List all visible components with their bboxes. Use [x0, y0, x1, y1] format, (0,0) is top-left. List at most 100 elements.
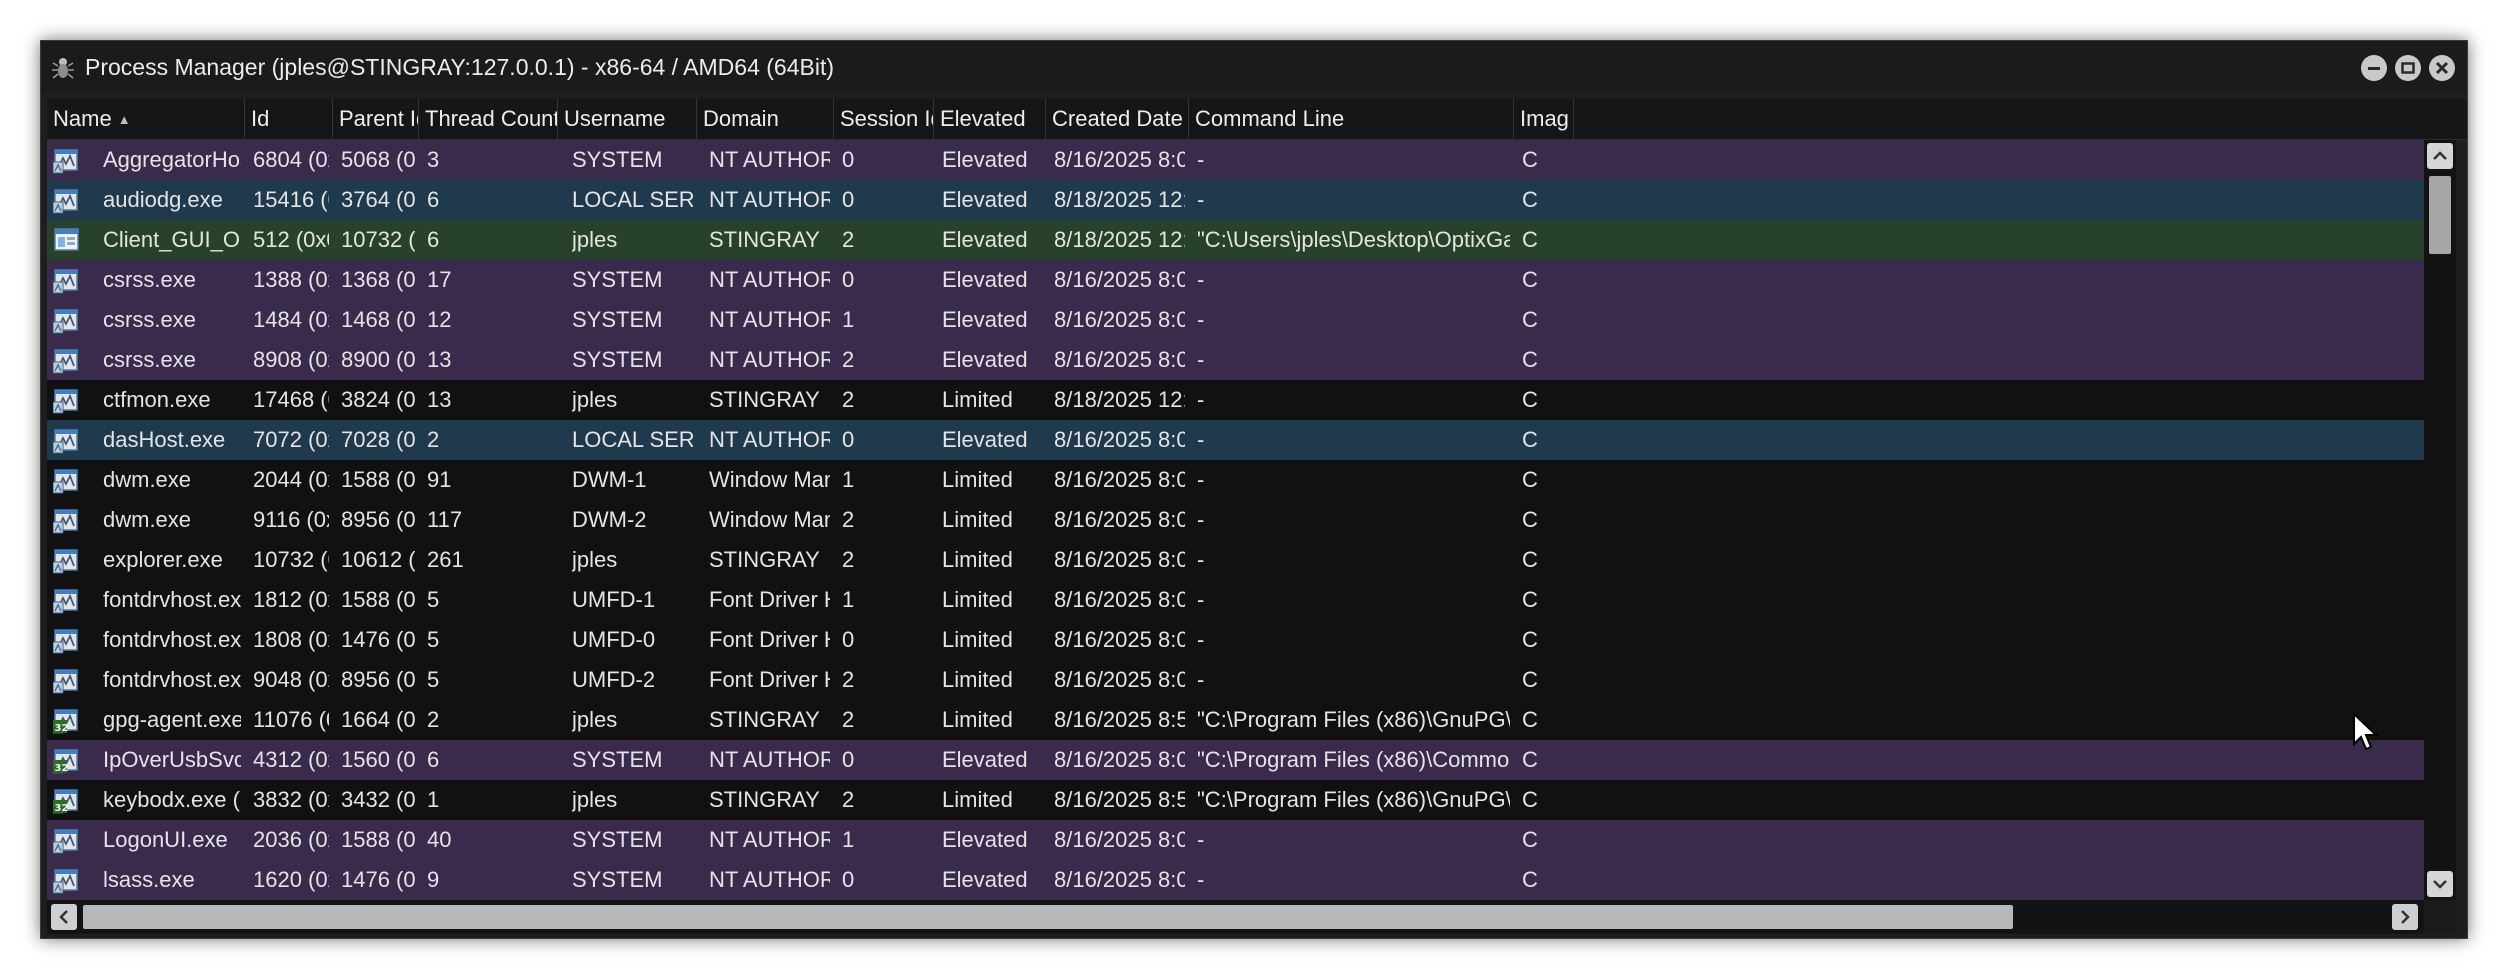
column-header-id[interactable]: Id — [245, 99, 333, 139]
column-header-label: Id — [251, 106, 270, 131]
process-row[interactable]: dwm.exe 2044 (0x... 1588 (0x... 91 DWM-1 Wind… — [47, 460, 2424, 500]
cell-cmd: - — [1197, 667, 1205, 692]
cell-user: jples — [572, 787, 618, 812]
column-header-name[interactable]: Name ▲ — [47, 99, 245, 139]
cell-elevated: Limited — [942, 787, 1013, 812]
process-icon — [53, 349, 78, 374]
cell-created: 8/16/2025 8:01:1... — [1054, 347, 1185, 372]
column-header-label: Thread Count — [425, 106, 558, 131]
cell-image: C — [1522, 307, 1538, 332]
process-row[interactable]: 32 IpOverUsbSvc.exe (32 ... 4312 (0x... 156… — [47, 740, 2424, 780]
cell-created: 8/16/2025 8:00:3... — [1054, 267, 1185, 292]
cell-threads: 117 — [427, 507, 463, 532]
cell-threads: 2 — [427, 427, 440, 452]
cell-user: LOCAL SERVICE — [572, 427, 693, 452]
process-row[interactable]: dwm.exe 9116 (0x... 8956 (0x... 117 DWM-2 Win… — [47, 500, 2424, 540]
process-row[interactable]: LogonUI.exe 2036 (0x... 1588 (0x... 40 SYSTE… — [47, 820, 2424, 860]
process-row[interactable]: fontdrvhost.exe 1808 (0x... 1476 (0x... 5 UM… — [47, 620, 2424, 660]
process-row[interactable]: fontdrvhost.exe 1812 (0x... 1588 (0x... 5 UM… — [47, 580, 2424, 620]
cell-image: C — [1522, 387, 1538, 412]
cell-name: dwm.exe — [103, 507, 192, 532]
process-row[interactable]: fontdrvhost.exe 9048 (0x... 8956 (0x... 5 UM… — [47, 660, 2424, 700]
scroll-down-arrow-icon[interactable] — [2427, 871, 2453, 897]
cell-created: 8/16/2025 8:01:1... — [1054, 667, 1185, 692]
cell-cmd: - — [1197, 587, 1205, 612]
column-header-session[interactable]: Session Id — [834, 99, 934, 139]
maximize-button[interactable] — [2395, 55, 2421, 81]
cell-elevated: Elevated — [942, 827, 1028, 852]
column-header-label: Username — [564, 106, 666, 131]
minimize-button[interactable] — [2361, 55, 2387, 81]
cell-domain: NT AUTHORITY — [709, 347, 830, 372]
cell-image: C — [1522, 427, 1538, 452]
cell-cmd: - — [1197, 187, 1205, 212]
cell-domain: Window Manager — [709, 507, 830, 532]
scroll-right-arrow-icon[interactable] — [2392, 904, 2418, 930]
process-icon — [53, 389, 78, 414]
cell-session: 2 — [842, 227, 855, 252]
horizontal-scroll-thumb[interactable] — [83, 905, 2013, 929]
cell-parent_id: 10732 (0... — [341, 227, 415, 252]
column-header-parent_id[interactable]: Parent Id — [333, 99, 419, 139]
cell-session: 0 — [842, 427, 855, 452]
process-row[interactable]: 32 gpg-agent.exe (32 bit) 11076 (0... 1664 … — [47, 700, 2424, 740]
cell-name: lsass.exe — [103, 867, 195, 892]
cell-domain: STINGRAY — [709, 547, 820, 572]
cell-created: 8/16/2025 8:55:0... — [1054, 787, 1185, 812]
cell-name: AggregatorHost.exe — [103, 147, 241, 172]
cell-threads: 5 — [427, 667, 440, 692]
horizontal-scrollbar[interactable] — [47, 900, 2424, 934]
column-header-created[interactable]: Created Date — [1046, 99, 1189, 139]
cell-id: 2036 (0x... — [253, 827, 329, 852]
process-row[interactable]: 32 keybodx.exe (32 bit) 3832 (0x... 3432 (0… — [47, 780, 2424, 820]
cell-domain: STINGRAY — [709, 227, 820, 252]
mouse-cursor-icon — [2353, 712, 2379, 751]
cell-domain: Window Manager — [709, 467, 830, 492]
process-row[interactable]: dasHost.exe 7072 (0x... 7028 (0x... 2 LOCAL … — [47, 420, 2424, 460]
vertical-scroll-thumb[interactable] — [2429, 176, 2451, 254]
process-row[interactable]: csrss.exe 8908 (0x... 8900 (0x... 13 SYSTEM N… — [47, 340, 2424, 380]
window-title: Process Manager (jples@STINGRAY:127.0.0.… — [85, 54, 835, 80]
cell-elevated: Limited — [942, 467, 1013, 492]
process-icon — [53, 309, 78, 334]
column-header-user[interactable]: Username — [558, 99, 697, 139]
process-row[interactable]: ctfmon.exe 17468 (0... 3824 (0x... 13 jples S… — [47, 380, 2424, 420]
process-row[interactable]: Client_GUI_OpenSSL.e... 512 (0x0... 10732 … — [47, 220, 2424, 260]
process-row[interactable]: AggregatorHost.exe 6804 (0x... 5068 (0x...… — [47, 140, 2424, 180]
cell-id: 15416 (0... — [253, 187, 329, 212]
cell-cmd: - — [1197, 307, 1205, 332]
column-header-cmd[interactable]: Command Line — [1189, 99, 1514, 139]
column-header-domain[interactable]: Domain — [697, 99, 834, 139]
process-row[interactable]: audiodg.exe 15416 (0... 3764 (0x... 6 LOCAL … — [47, 180, 2424, 220]
column-header-elevated[interactable]: Elevated — [934, 99, 1046, 139]
cell-name: fontdrvhost.exe — [103, 587, 241, 612]
cell-threads: 5 — [427, 587, 440, 612]
process-row[interactable]: explorer.exe 10732 (0... 10612 (0... 261 jpl… — [47, 540, 2424, 580]
cell-name: ctfmon.exe — [103, 387, 211, 412]
cell-id: 9048 (0x... — [253, 667, 329, 692]
cell-parent_id: 1588 (0x... — [341, 467, 415, 492]
cell-domain: STINGRAY — [709, 787, 820, 812]
cell-domain: NT AUTHORITY — [709, 747, 830, 772]
scroll-up-arrow-icon[interactable] — [2427, 143, 2453, 169]
cell-session: 2 — [842, 387, 855, 412]
vertical-scrollbar[interactable] — [2424, 140, 2456, 900]
column-header-threads[interactable]: Thread Count — [419, 99, 558, 139]
cell-name: LogonUI.exe — [103, 827, 228, 852]
process-row[interactable]: csrss.exe 1388 (0x... 1368 (0x... 17 SYSTEM N… — [47, 260, 2424, 300]
close-button[interactable] — [2429, 55, 2455, 81]
column-header-label: Created Date — [1052, 106, 1183, 131]
process-icon — [53, 469, 78, 494]
process-row[interactable]: csrss.exe 1484 (0x... 1468 (0x... 12 SYSTEM N… — [47, 300, 2424, 340]
scroll-left-arrow-icon[interactable] — [51, 904, 77, 930]
cell-session: 0 — [842, 747, 855, 772]
column-header-image[interactable]: Imag — [1514, 99, 1574, 139]
cell-name: IpOverUsbSvc.exe (32 ... — [103, 747, 241, 772]
cell-parent_id: 1468 (0x... — [341, 307, 415, 332]
cell-name: Client_GUI_OpenSSL.e... — [103, 227, 241, 252]
process-row[interactable]: lsass.exe 1620 (0x... 1476 (0x... 9 SYSTEM NT… — [47, 860, 2424, 900]
cell-created: 8/16/2025 8:56:0... — [1054, 707, 1185, 732]
process-list[interactable]: AggregatorHost.exe 6804 (0x... 5068 (0x...… — [47, 140, 2424, 900]
cell-parent_id: 3432 (0x... — [341, 787, 415, 812]
title-bar[interactable]: Process Manager (jples@STINGRAY:127.0.0.… — [41, 41, 2467, 93]
